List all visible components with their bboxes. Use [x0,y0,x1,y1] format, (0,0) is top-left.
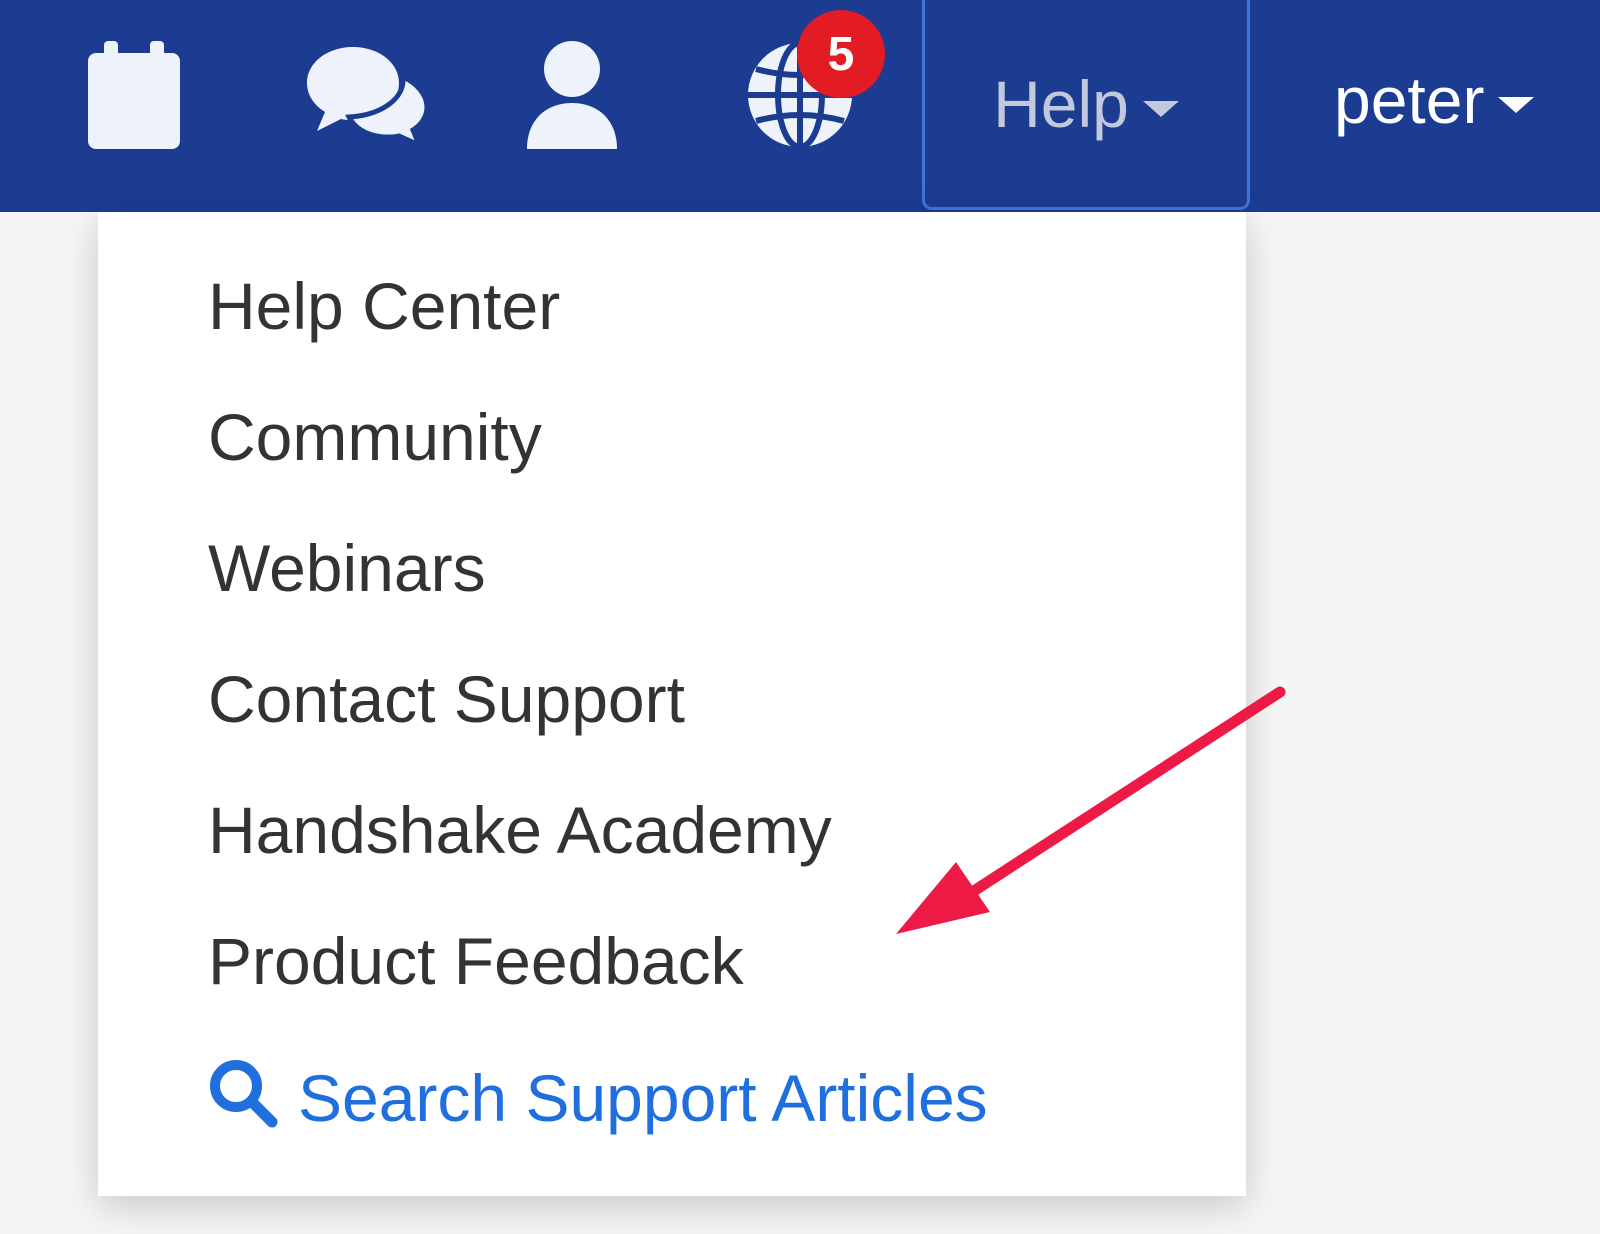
menu-item-contact-support[interactable]: Contact Support [208,666,685,732]
calendar-icon[interactable] [84,30,184,160]
chat-icon[interactable] [302,30,432,160]
top-navbar: 5 Help peter [0,0,1600,212]
chevron-down-icon [1142,100,1179,117]
help-menu-label: Help [993,66,1129,141]
menu-item-webinars[interactable]: Webinars [208,535,486,601]
user-menu-toggle[interactable]: peter [1334,0,1535,200]
help-menu-toggle[interactable]: Help [922,0,1250,210]
user-menu-label: peter [1334,63,1485,137]
chevron-down-icon [1498,97,1535,113]
search-support-articles-label: Search Support Articles [298,1061,988,1135]
search-icon [208,1058,278,1138]
menu-item-help-center[interactable]: Help Center [208,273,560,339]
user-icon[interactable] [522,30,622,160]
search-support-articles-link[interactable]: Search Support Articles [208,1058,988,1138]
notification-badge: 5 [797,10,885,98]
help-dropdown-menu: Help Center Community Webinars Contact S… [98,212,1246,1196]
menu-item-community[interactable]: Community [208,404,542,470]
menu-item-handshake-academy[interactable]: Handshake Academy [208,797,832,863]
menu-item-product-feedback[interactable]: Product Feedback [208,928,744,994]
